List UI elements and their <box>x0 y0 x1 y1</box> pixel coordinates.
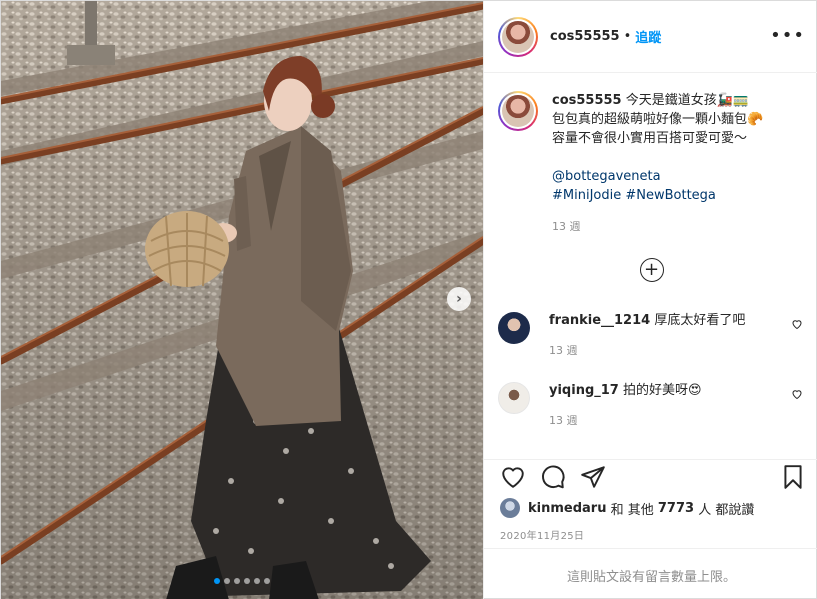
comment-body: frankie__1214 厚底太好看了吧 13 週 <box>549 312 745 360</box>
slide-dot <box>254 578 260 584</box>
slide-dot <box>264 578 270 584</box>
likes-count[interactable]: 7773 <box>658 501 694 516</box>
header-separator: • <box>623 29 632 44</box>
photo-illustration <box>1 1 483 599</box>
heart-icon[interactable] <box>500 464 526 490</box>
bookmark-icon[interactable] <box>780 464 806 490</box>
comment-item: yiqing_17 拍的好美呀😍 13 週 <box>498 382 803 430</box>
comment-like-heart-icon[interactable] <box>791 318 803 330</box>
caption-author-avatar[interactable] <box>498 91 538 131</box>
comment-icon[interactable] <box>540 464 566 490</box>
comment-username[interactable]: frankie__1214 <box>549 313 650 328</box>
comment-username[interactable]: yiqing_17 <box>549 383 619 398</box>
likes-suffix: 人 都說讚 <box>698 502 755 518</box>
follow-button[interactable]: 追蹤 <box>635 27 661 46</box>
post-header: cos55555 • 追蹤 ••• <box>484 1 817 73</box>
author-username[interactable]: cos55555 <box>550 29 620 44</box>
caption-time[interactable]: 13 週 <box>552 217 763 236</box>
paper-plane-icon[interactable] <box>580 464 606 490</box>
caption-line-2: 包包真的超級萌啦好像一顆小麵包🥐 <box>552 112 764 127</box>
likes-connector: 和 其他 <box>610 502 654 518</box>
comments-limited-notice: 這則貼文設有留言數量上限。 <box>484 548 817 599</box>
caption-line-1: 今天是鐵道女孩🚂🚃 <box>625 93 750 108</box>
comment-text: 拍的好美呀😍 <box>622 383 702 398</box>
caption-mention-link[interactable]: @bottegaveneta <box>552 167 763 186</box>
commenter-avatar[interactable] <box>498 312 530 344</box>
post-photo[interactable]: › <box>1 1 483 599</box>
author-avatar[interactable] <box>498 16 538 57</box>
post-dialog: › cos55555 • 追蹤 ••• cos55555 今天是鐵道女孩🚂🚃 包… <box>0 0 817 599</box>
post-date[interactable]: 2020年11月25日 <box>500 527 584 542</box>
liker-avatar[interactable] <box>500 498 520 518</box>
post-side-panel: cos55555 • 追蹤 ••• cos55555 今天是鐵道女孩🚂🚃 包包真… <box>483 1 817 599</box>
caption-hashtags[interactable]: #MiniJodie #NewBottega <box>552 186 763 205</box>
comment-like-heart-icon[interactable] <box>791 388 803 400</box>
caption-username[interactable]: cos55555 <box>552 93 622 108</box>
caption-text: cos55555 今天是鐵道女孩🚂🚃 包包真的超級萌啦好像一顆小麵包🥐 容量不會… <box>552 91 763 236</box>
slide-dot <box>234 578 240 584</box>
comment-item: frankie__1214 厚底太好看了吧 13 週 <box>498 312 803 360</box>
comment-text: 厚底太好看了吧 <box>654 313 746 328</box>
next-slide-button[interactable]: › <box>447 287 471 311</box>
liker-username[interactable]: kinmedaru <box>528 501 606 516</box>
caption-line-3: 容量不會很小實用百搭可愛可愛～ <box>552 131 748 146</box>
commenter-avatar[interactable] <box>498 382 530 414</box>
comment-body: yiqing_17 拍的好美呀😍 13 週 <box>549 382 702 430</box>
more-options-icon[interactable]: ••• <box>770 27 805 45</box>
slide-dot <box>224 578 230 584</box>
slide-dot-active <box>214 578 220 584</box>
likes-summary: kinmedaru 和 其他 7773 人 都說讚 <box>500 498 754 518</box>
post-actions: kinmedaru 和 其他 7773 人 都說讚 2020年11月25日 這則… <box>484 459 817 599</box>
slide-indicator <box>1 578 483 584</box>
slide-dot <box>244 578 250 584</box>
comment-time[interactable]: 13 週 <box>549 412 702 430</box>
load-more-comments-button[interactable]: + <box>639 258 664 282</box>
comment-time[interactable]: 13 週 <box>549 342 745 360</box>
caption: cos55555 今天是鐵道女孩🚂🚃 包包真的超級萌啦好像一顆小麵包🥐 容量不會… <box>498 91 805 236</box>
